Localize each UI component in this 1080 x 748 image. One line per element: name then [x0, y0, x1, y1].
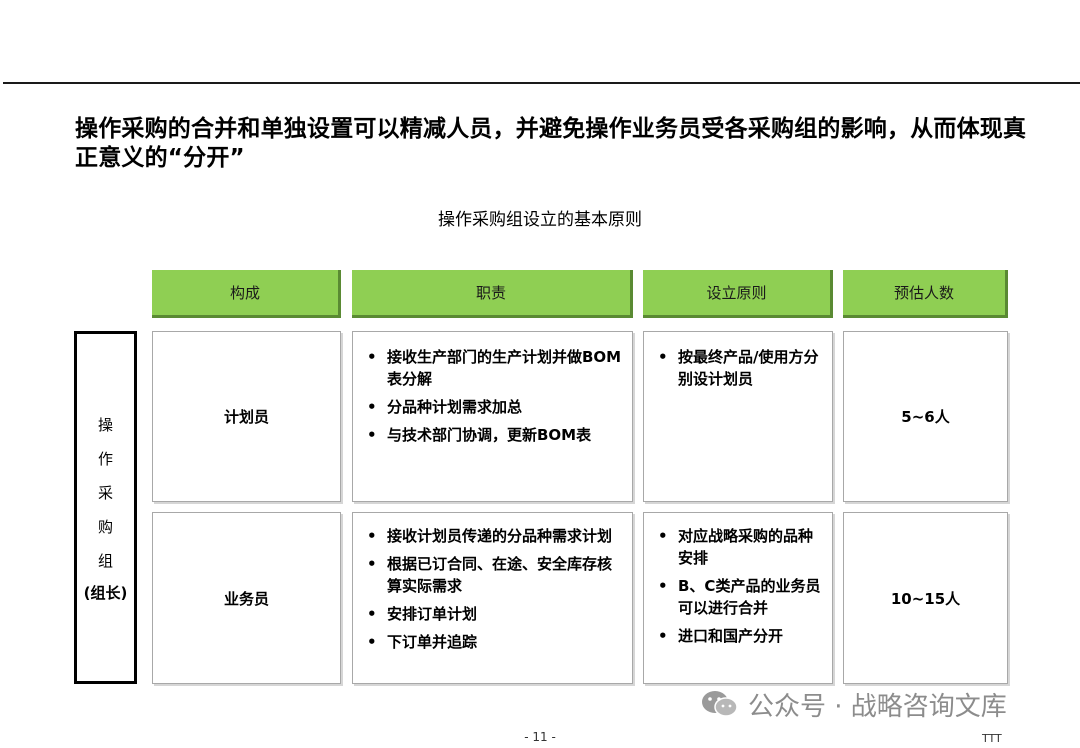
page-number: - 11 - [524, 730, 556, 744]
duty-item: 根据已订合同、在途、安全库存核算实际需求 [367, 553, 622, 597]
principle-item: 对应战略采购的品种安排 [658, 525, 822, 569]
role-cell-buyer: 业务员 [152, 512, 341, 684]
watermark: 公众号 · 战略咨询文库 [700, 686, 1007, 722]
headcount-cell-planner: 5~6人 [843, 331, 1008, 502]
principle-item: B、C类产品的业务员可以进行合并 [658, 575, 822, 619]
watermark-text: 公众号 · 战略咨询文库 [748, 691, 1007, 722]
duty-item: 分品种计划需求加总 [367, 396, 622, 418]
group-char: 组 [97, 551, 113, 570]
principles-cell-planner: 按最终产品/使用方分别设计划员 [643, 331, 833, 502]
group-char: 购 [97, 517, 113, 536]
group-label-box: 操 作 采 购 组 (组长) [74, 331, 137, 684]
headcount-cell-buyer: 10~15人 [843, 512, 1008, 684]
footer-mark: TTT [982, 732, 1002, 745]
principles-cell-buyer: 对应战略采购的品种安排 B、C类产品的业务员可以进行合并 进口和国产分开 [643, 512, 833, 684]
slide-title: 操作采购的合并和单独设置可以精减人员，并避免操作业务员受各采购组的影响，从而体现… [75, 116, 1027, 171]
top-divider [3, 82, 1080, 84]
duty-item: 接收生产部门的生产计划并做BOM表分解 [367, 346, 622, 390]
duty-item: 下订单并追踪 [367, 631, 622, 653]
header-duties: 职责 [352, 270, 633, 318]
group-char: 采 [97, 483, 113, 502]
duty-item: 安排订单计划 [367, 603, 622, 625]
principle-item: 进口和国产分开 [658, 625, 822, 647]
duty-item: 接收计划员传递的分品种需求计划 [367, 525, 622, 547]
role-cell-planner: 计划员 [152, 331, 341, 502]
duties-cell-planner: 接收生产部门的生产计划并做BOM表分解 分品种计划需求加总 与技术部门协调，更新… [352, 331, 633, 502]
table-caption: 操作采购组设立的基本原则 [438, 210, 642, 230]
wechat-icon [702, 691, 738, 717]
group-sublabel: (组长) [83, 583, 128, 602]
header-headcount: 预估人数 [843, 270, 1008, 318]
duties-cell-buyer: 接收计划员传递的分品种需求计划 根据已订合同、在途、安全库存核算实际需求 安排订… [352, 512, 633, 684]
header-principles: 设立原则 [643, 270, 833, 318]
group-char: 作 [97, 449, 113, 468]
principle-item: 按最终产品/使用方分别设计划员 [658, 346, 822, 390]
duty-item: 与技术部门协调，更新BOM表 [367, 424, 622, 446]
group-char: 操 [97, 415, 113, 434]
header-composition: 构成 [152, 270, 341, 318]
